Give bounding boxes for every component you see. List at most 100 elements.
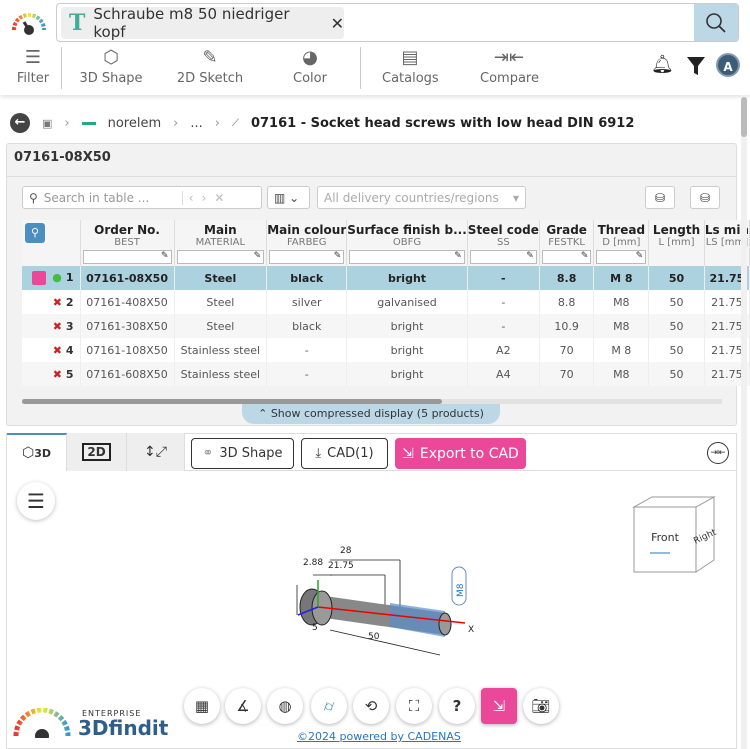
column-header[interactable]: Steel code SS ✎	[467, 220, 540, 266]
table-settings-button[interactable]: ⛁	[690, 186, 720, 209]
tab-dimensions[interactable]: ↕⤢	[127, 433, 185, 471]
table-cell: Stainless steel	[174, 338, 268, 362]
table-cell: 8.8	[539, 266, 595, 290]
cad-badge-icon[interactable]	[32, 271, 47, 285]
column-filter-input[interactable]: ✎	[176, 250, 265, 264]
column-header[interactable]: Main MATERIAL ✎	[174, 220, 268, 266]
camera-icon[interactable]: 📷︎	[523, 688, 559, 724]
catalog-icon[interactable]: ▣	[42, 117, 52, 130]
breadcrumb-norelem[interactable]: norelem	[108, 116, 162, 131]
2d-sketch-label: 2D Sketch	[176, 71, 244, 86]
render-mode-icon[interactable]: ▦	[184, 688, 220, 724]
column-subtitle: OBFG	[392, 237, 422, 248]
column-filter-input[interactable]: ✎	[469, 250, 537, 264]
table-cell: M8	[593, 290, 650, 314]
column-header[interactable]: Main colour FARBEG ✎	[266, 220, 348, 266]
dim-5: 5	[312, 623, 318, 633]
measure-icon[interactable]: ∡	[225, 688, 261, 724]
table-cell: 8.8	[539, 290, 595, 314]
search-icon	[706, 12, 726, 33]
catalogs-button[interactable]: ▤ Catalogs	[382, 47, 439, 86]
back-icon[interactable]: ←	[10, 113, 30, 133]
filter-button[interactable]: ☰ Filter	[14, 47, 52, 86]
rotate-animation-icon[interactable]: ⟲	[353, 688, 389, 724]
view-cube[interactable]: Front Right	[630, 495, 720, 580]
section-cut-icon[interactable]: ◍	[267, 688, 303, 724]
column-header[interactable]: Grade FESTKL ✎	[539, 220, 595, 266]
column-subtitle: FESTKL	[548, 237, 585, 248]
cube-icon: ⬡	[103, 47, 119, 68]
column-header[interactable]: Order No. BEST ✎	[80, 220, 175, 266]
2d-sketch-button[interactable]: ✎ 2D Sketch	[176, 47, 244, 86]
column-header[interactable]: Surface finish b... OBFG ✎	[346, 220, 468, 266]
sliders-icon: ☰	[24, 47, 42, 68]
powered-by-link[interactable]: ©2024 powered by CADENAS	[297, 730, 461, 743]
table-cell: 07161-608X50	[80, 362, 175, 386]
compare-button[interactable]: ⇥⇤ Compare	[480, 47, 539, 86]
search-button[interactable]	[694, 4, 738, 41]
unavailable-icon: ✖	[52, 295, 62, 309]
top-bar: T Schraube m8 50 niedriger kopf ✕ ☰ Filte…	[0, 0, 750, 95]
breadcrumb-ellipsis[interactable]: ...	[190, 116, 202, 131]
column-filter-input[interactable]: ✎	[269, 250, 345, 264]
column-header[interactable]: Thread D [mm] ✎	[593, 220, 650, 266]
tab-3d[interactable]: ⬡ 3D	[7, 433, 67, 471]
table-row[interactable]: ✖ 2 07161-408X50 Steel silver galvanised -8.8 M…	[22, 290, 750, 314]
export-icon: ⇲	[402, 445, 414, 462]
app-logo-gauge-icon[interactable]	[10, 8, 48, 36]
search-in-column-icon[interactable]: ⚲	[25, 223, 45, 243]
table-cell: -	[467, 290, 540, 314]
page-scrollbar[interactable]	[741, 95, 747, 749]
column-filter-input[interactable]: ✎	[82, 250, 172, 264]
export-to-cad-button[interactable]: ⇲ Export to CAD	[395, 438, 526, 469]
column-header[interactable]: Length L [mm]	[648, 220, 705, 266]
panel-title: 07161-08X50	[14, 150, 111, 165]
table-row[interactable]: ✖ 4 07161-108X50 Stainless steel - bright A2 70…	[22, 338, 750, 362]
table-cell: Stainless steel	[174, 362, 268, 386]
fit-view-icon[interactable]: ⛶	[396, 688, 432, 724]
tab-2d[interactable]: 2D	[67, 433, 127, 471]
column-chooser-button[interactable]: ▥ ⌄	[267, 186, 310, 209]
search-chip[interactable]: T Schraube m8 50 niedriger kopf ✕	[61, 5, 344, 41]
column-filter-input[interactable]: ✎	[349, 250, 465, 264]
table-cell: 50	[648, 338, 705, 362]
column-filter-input[interactable]: ✎	[541, 250, 592, 264]
table-row[interactable]: ● 1 07161-08X50 Steel black bright -8.8 M 8 50 21…	[22, 266, 750, 290]
search-bar[interactable]: T Schraube m8 50 niedriger kopf ✕	[56, 3, 739, 42]
3d-shape-button[interactable]: ⬡ 3D Shape	[78, 47, 144, 86]
avatar[interactable]: A	[716, 53, 740, 77]
column-title: Main	[204, 223, 237, 237]
collapse-icon[interactable]: ⇥⇤	[707, 442, 729, 464]
color-button[interactable]: ◕ Color	[288, 47, 332, 86]
table-cell: -	[266, 362, 348, 386]
table-cell: 07161-308X50	[80, 314, 175, 338]
download-cad-button[interactable]: ⤓ CAD(1)	[301, 438, 388, 469]
cylinder-view-icon[interactable]: ⌭	[311, 688, 347, 724]
catalog-book-icon: ▤	[401, 47, 419, 68]
table-search-input[interactable]: ⚲ Search in table ... ‹›✕	[22, 186, 262, 209]
table-row[interactable]: ✖ 3 07161-308X50 Steel black bright -10.9 M8 50 2…	[22, 314, 750, 338]
table-header: ⚲ Order No. BEST ✎ Main MATERIAL ✎ Main colour…	[22, 220, 750, 266]
cube-front-label[interactable]: Front	[651, 531, 680, 544]
nav-prev-next-clear-icons[interactable]: ‹›✕	[181, 190, 233, 205]
scrollbar-thumb[interactable]	[741, 97, 747, 137]
countries-select[interactable]: All delivery countries/regions ▾	[317, 186, 526, 209]
export-table-button[interactable]: ⛁	[645, 186, 675, 209]
unavailable-icon: ✖	[52, 319, 62, 333]
table-row[interactable]: ✖ 5 07161-608X50 Stainless steel - bright A4 70…	[22, 362, 750, 386]
bell-icon[interactable]: 🔔︎	[651, 54, 674, 75]
menu-list-icon[interactable]: ☰	[17, 482, 55, 520]
row-index: 2	[65, 295, 74, 309]
table-cell: black	[266, 266, 348, 290]
export-cad-icon[interactable]: ⇲	[481, 688, 517, 724]
clear-search-icon[interactable]: ✕	[331, 14, 344, 33]
table-cell: 07161-08X50	[80, 266, 175, 290]
show-compressed-button[interactable]: ⌃ Show compressed display (5 products)	[242, 404, 500, 424]
brand-logo[interactable]: ENTERPRISE 3Dfindit	[12, 708, 168, 738]
3d-shape-search-button[interactable]: ⚭ 3D Shape	[191, 438, 294, 469]
column-filter-input[interactable]: ✎	[596, 250, 647, 264]
column-title: Length	[652, 223, 701, 237]
funnel-icon[interactable]	[686, 56, 706, 76]
column-subtitle: D [mm]	[602, 237, 641, 248]
help-icon[interactable]: ?	[439, 688, 475, 724]
